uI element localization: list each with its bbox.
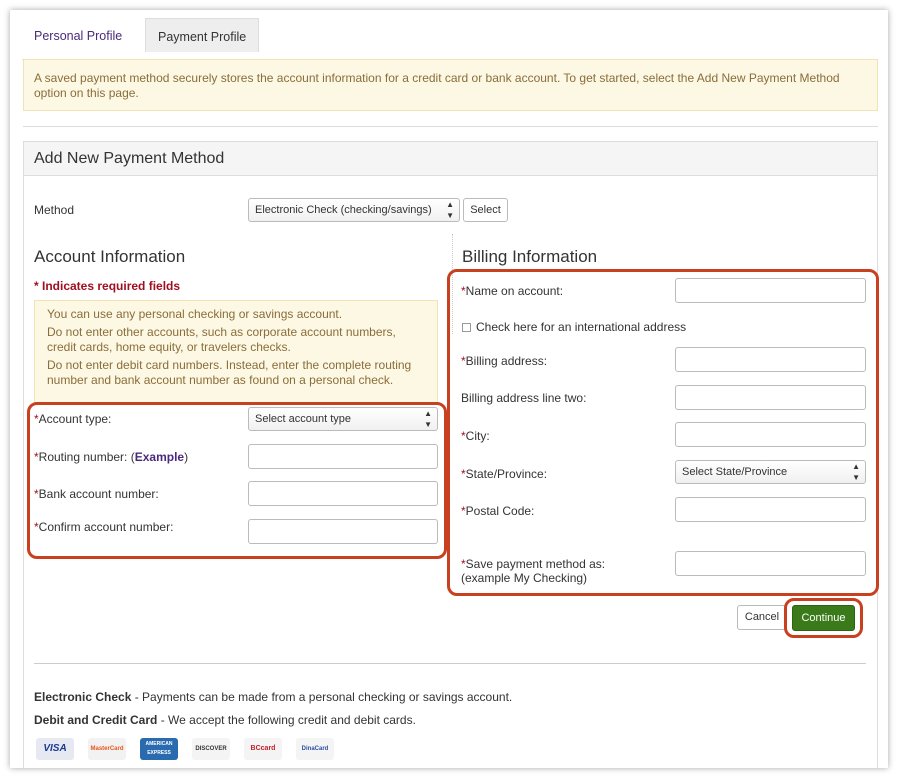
name-label: *Name on account: [461, 284, 564, 298]
routing-number-input[interactable] [248, 444, 438, 469]
state-label: *State/Province: [461, 467, 548, 481]
routing-example-link[interactable]: Example [135, 450, 184, 464]
discover-logo-icon: DISCOVER [192, 738, 230, 760]
billing-heading: Billing Information [462, 247, 598, 266]
save-as-input[interactable] [675, 551, 866, 576]
save-as-hint: (example My Checking) [461, 571, 588, 585]
tab-personal-profile[interactable]: Personal Profile [22, 18, 134, 53]
account-info-box: You can use any personal checking or sav… [34, 300, 438, 404]
card-note: Debit and Credit Card - We accept the fo… [34, 713, 416, 727]
international-checkbox[interactable] [462, 323, 471, 332]
name-input[interactable] [675, 278, 866, 303]
bccard-logo-icon: BCcard [244, 738, 282, 760]
international-label: Check here for an international address [476, 320, 687, 334]
confirm-account-label: *Confirm account number: [34, 520, 174, 534]
select-arrows-icon: ▲ ▼ [424, 409, 432, 429]
select-button[interactable]: Select [463, 198, 508, 222]
dinacard-logo-icon: DinaCard [296, 738, 334, 760]
footer-divider [34, 663, 866, 664]
address-line-two-input[interactable] [675, 385, 866, 410]
postal-code-input[interactable] [675, 497, 866, 522]
method-label: Method [34, 203, 75, 217]
add-payment-panel: Add New Payment Method Method Electronic… [23, 141, 879, 768]
bank-account-label: *Bank account number: [34, 487, 159, 501]
panel-header: Add New Payment Method [24, 142, 877, 176]
divider [23, 126, 878, 127]
echeck-note: Electronic Check - Payments can be made … [34, 690, 513, 704]
tab-payment-profile[interactable]: Payment Profile [145, 18, 260, 52]
payment-window: Personal Profile Payment Profile A saved… [10, 10, 888, 768]
method-select[interactable]: Electronic Check (checking/savings) ▲ ▼ [248, 198, 460, 222]
bank-account-input[interactable] [248, 481, 438, 506]
info-notice: A saved payment method securely stores t… [23, 59, 878, 111]
billing-address-input[interactable] [675, 347, 866, 372]
info-line-3: Do not enter debit card numbers. Instead… [47, 358, 412, 387]
postal-code-label: *Postal Code: [461, 504, 535, 518]
info-line-1: You can use any personal checking or sav… [47, 307, 343, 321]
continue-button[interactable]: Continue [792, 605, 855, 631]
info-line-2: Do not enter other accounts, such as cor… [47, 325, 396, 354]
amex-logo-icon: AMERICAN EXPRESS [140, 738, 178, 760]
account-type-value: Select account type [255, 413, 352, 425]
confirm-account-input[interactable] [248, 519, 438, 544]
state-select-value: Select State/Province [682, 466, 788, 478]
routing-label: *Routing number: (Example) [34, 450, 189, 464]
select-arrows-icon: ▲ ▼ [852, 462, 860, 482]
address-line-two-label: Billing address line two: [461, 391, 587, 405]
required-note: * Indicates required fields [34, 279, 181, 293]
save-as-label: *Save payment method as: (example My Che… [461, 557, 606, 585]
cancel-button[interactable]: Cancel [737, 605, 787, 630]
method-select-value: Electronic Check (checking/savings) [255, 204, 432, 216]
city-label: *City: [461, 429, 490, 443]
state-select[interactable]: Select State/Province ▲ ▼ [675, 460, 866, 484]
mastercard-logo-icon: MasterCard [88, 738, 126, 760]
profile-tabs: Personal Profile Payment Profile [22, 18, 878, 60]
billing-address-label: *Billing address: [461, 354, 548, 368]
account-type-select[interactable]: Select account type ▲ ▼ [248, 407, 438, 431]
account-heading: Account Information [34, 247, 186, 266]
visa-logo-icon: VISA [36, 738, 74, 760]
account-type-label: *Account type: [34, 412, 112, 426]
select-arrows-icon: ▲ ▼ [446, 200, 454, 220]
panel-title: Add New Payment Method [34, 150, 225, 167]
city-input[interactable] [675, 422, 866, 447]
